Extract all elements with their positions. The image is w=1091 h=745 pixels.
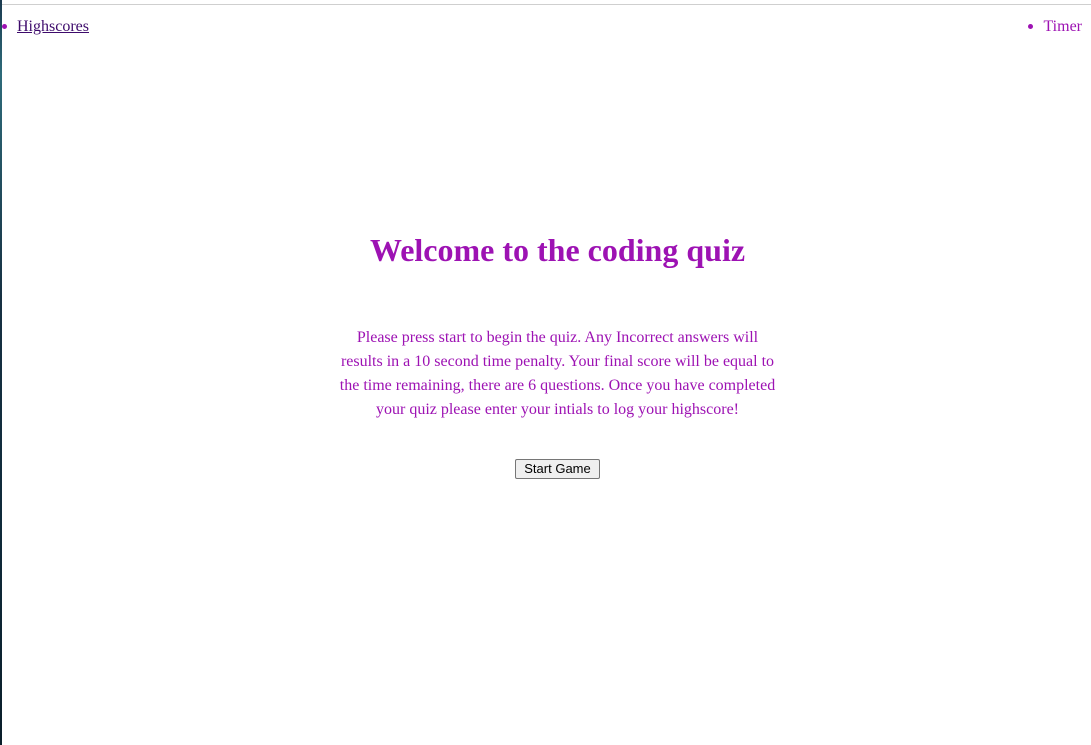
start-game-button[interactable]: Start Game <box>515 459 600 479</box>
highscores-link[interactable]: Highscores <box>17 18 89 35</box>
quiz-instructions: Please press start to begin the quiz. An… <box>339 329 776 418</box>
timer-nav-item: Timer <box>1028 17 1082 37</box>
timer-nav: Timer <box>1028 17 1082 37</box>
highscores-nav-item: Highscores <box>2 17 89 37</box>
window-edge <box>0 0 2 745</box>
bullet-icon <box>2 24 7 29</box>
highscores-nav: Highscores <box>2 17 89 37</box>
timer-label: Timer <box>1043 18 1082 35</box>
page-title: Welcome to the coding quiz <box>369 232 746 268</box>
bullet-icon <box>1028 24 1034 29</box>
top-divider <box>2 4 1091 5</box>
